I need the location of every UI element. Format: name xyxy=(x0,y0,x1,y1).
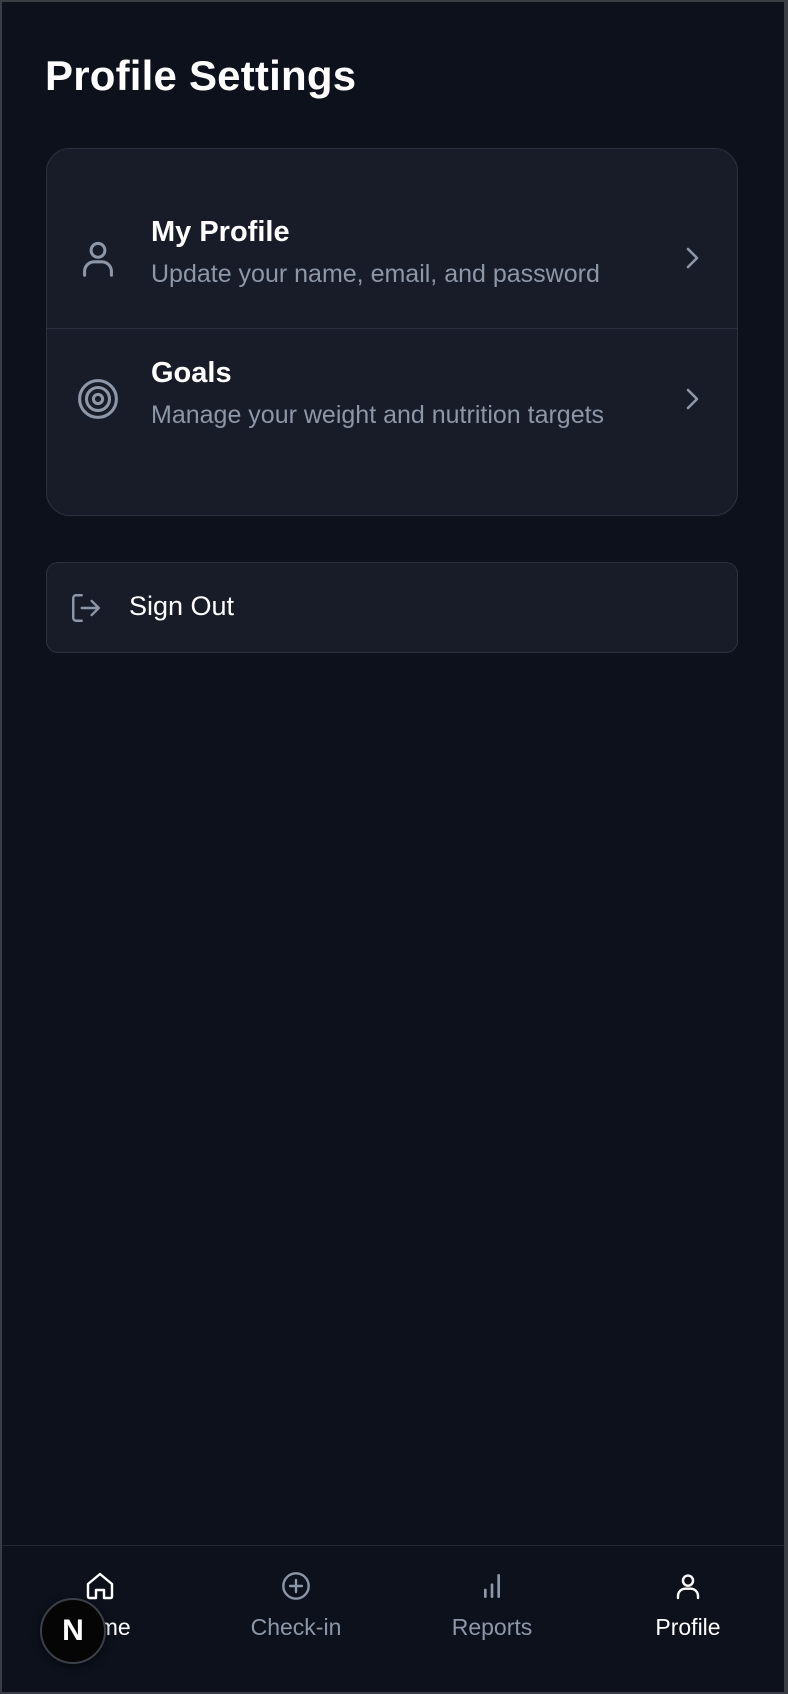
chevron-right-icon xyxy=(686,247,699,269)
home-icon xyxy=(86,1572,114,1600)
menu-item-subtitle: Manage your weight and nutrition targets xyxy=(151,401,605,429)
menu-item-goals[interactable]: Goals Manage your weight and nutrition t… xyxy=(47,329,737,469)
nav-item-reports[interactable]: Reports xyxy=(394,1546,590,1692)
bottom-navigation: Home Check-in Reports Profile xyxy=(2,1545,784,1692)
user-icon xyxy=(676,1574,700,1600)
plus-circle-icon xyxy=(282,1572,310,1600)
target-icon xyxy=(78,379,118,419)
menu-item-subtitle: Update your name, email, and password xyxy=(151,260,600,288)
menu-item-title: Goals xyxy=(151,357,232,389)
sign-out-label: Sign Out xyxy=(129,591,235,621)
nav-item-check-in[interactable]: Check-in xyxy=(198,1546,394,1692)
profile-settings-screen: Profile Settings My Profile Update your … xyxy=(2,2,784,1692)
nav-item-profile[interactable]: Profile xyxy=(590,1546,784,1692)
menu-item-title: My Profile xyxy=(151,216,290,248)
bar-chart-icon xyxy=(484,1574,500,1598)
dev-tools-badge[interactable]: N xyxy=(40,1598,106,1664)
log-out-icon xyxy=(72,594,100,622)
user-icon xyxy=(83,241,113,277)
settings-menu-card: My Profile Update your name, email, and … xyxy=(46,148,738,516)
nav-label: Reports xyxy=(451,1614,533,1640)
nav-label: Profile xyxy=(655,1614,721,1640)
menu-item-my-profile[interactable]: My Profile Update your name, email, and … xyxy=(47,188,737,329)
nav-label: Check-in xyxy=(250,1614,342,1640)
chevron-right-icon xyxy=(686,388,699,410)
page-title: Profile Settings xyxy=(45,52,357,99)
sign-out-button[interactable]: Sign Out xyxy=(46,562,738,653)
